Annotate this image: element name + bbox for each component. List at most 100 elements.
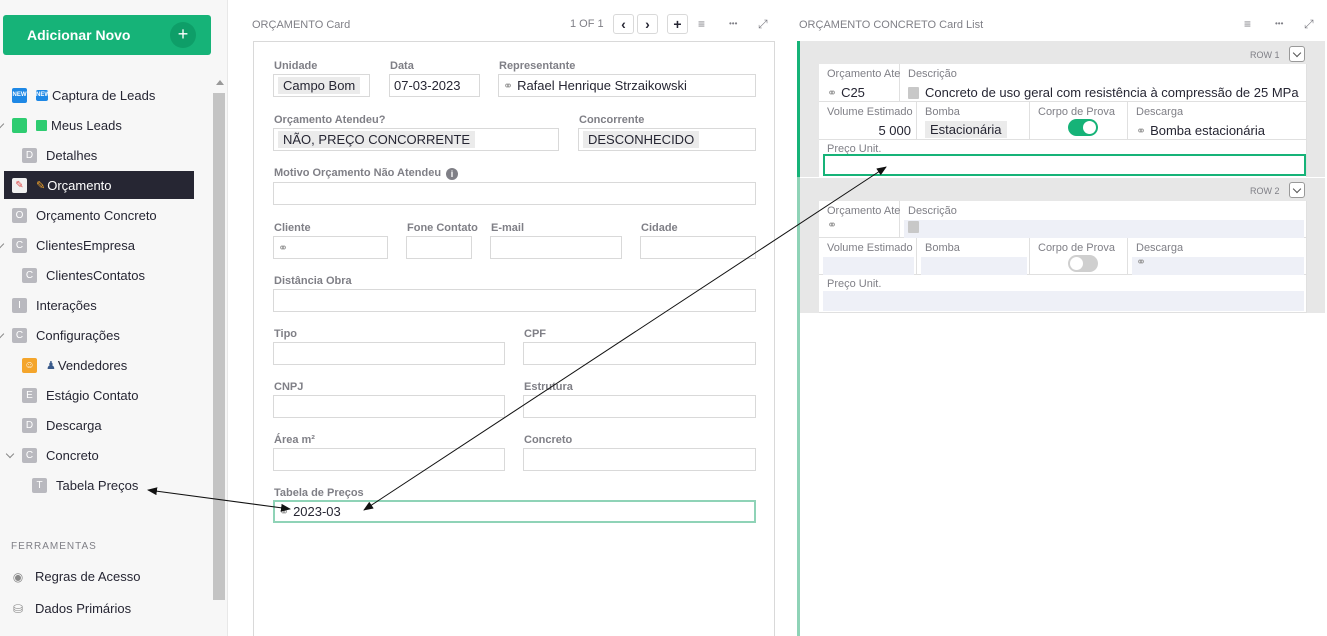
area-field[interactable]	[273, 448, 505, 471]
sidebar-item-concreto[interactable]: C Concreto	[5, 441, 99, 469]
sidebar-item-captura-de-leads[interactable]: NEW NEW Captura de Leads	[12, 81, 155, 109]
sort-filter-icon[interactable]: ≡	[698, 17, 705, 31]
scrollbar-thumb[interactable]	[213, 93, 225, 600]
preco-unit-cell[interactable]: Preço Unit.	[819, 140, 1307, 177]
sidebar-item-orcamento-concreto[interactable]: O Orçamento Concreto	[12, 201, 157, 229]
chevron-down-icon[interactable]	[0, 329, 5, 339]
add-record-button[interactable]: +	[667, 14, 688, 34]
concorrente-chip: DESCONHECIDO	[583, 131, 700, 148]
letter-c-icon: C	[12, 237, 27, 253]
next-record-button[interactable]: ›	[637, 14, 658, 34]
chevron-down-icon[interactable]	[5, 449, 15, 459]
descarga-cell[interactable]: Descarga ⚭ Bomba estacionária	[1128, 102, 1307, 140]
prev-record-button[interactable]: ‹	[613, 14, 634, 34]
info-icon[interactable]: i	[446, 168, 459, 180]
cidade-field[interactable]	[640, 236, 756, 259]
bomba-cell[interactable]: Bomba	[917, 238, 1030, 275]
chevron-down-icon[interactable]	[0, 239, 5, 249]
corpo-prova-cell[interactable]: Corpo de Prova	[1030, 238, 1128, 275]
sidebar-item-orcamento[interactable]: ✎ ✎ Orçamento	[4, 171, 194, 199]
more-options-icon[interactable]: •••	[729, 19, 737, 28]
field-label-cpf: CPF	[524, 328, 546, 340]
sidebar-scrollbar[interactable]	[213, 80, 225, 600]
more-options-icon[interactable]: •••	[1275, 19, 1283, 28]
distancia-field[interactable]	[273, 289, 756, 312]
sidebar-item-vendedores[interactable]: ☺ ♟ Vendedores	[22, 351, 127, 379]
chevron-right-icon: ›	[645, 16, 650, 32]
corpo-prova-toggle[interactable]	[1068, 255, 1098, 272]
chevron-down-icon[interactable]	[1289, 46, 1305, 62]
sort-filter-icon[interactable]: ≡	[1244, 17, 1251, 31]
card-list: ROW 1 Orçamento Ate ⚭ C25 Descrição Concr…	[797, 41, 1325, 636]
sidebar-item-interacoes[interactable]: I Interações	[12, 291, 97, 319]
orcamento-atendeu-field[interactable]: NÃO, PREÇO CONCORRENTE	[273, 128, 559, 151]
descricao-cell[interactable]: Descrição	[900, 201, 1307, 238]
sidebar-item-clientescontatos[interactable]: C ClientesContatos	[22, 261, 145, 289]
sidebar-item-estagio-contato[interactable]: E Estágio Contato	[22, 381, 139, 409]
memo-icon: ✎	[12, 177, 27, 193]
cell-value	[1068, 119, 1098, 136]
cell-label: Corpo de Prova	[1038, 106, 1116, 118]
link-icon: ⚭	[827, 218, 838, 232]
expand-icon[interactable]: ⤢	[758, 17, 768, 32]
eye-icon: ◉	[12, 569, 24, 584]
fone-field[interactable]	[406, 236, 472, 259]
add-new-button[interactable]: Adicionar Novo +	[3, 15, 211, 55]
field-label-data: Data	[390, 60, 414, 72]
cnpj-field[interactable]	[273, 395, 505, 418]
data-field[interactable]: 07-03-2023	[389, 74, 480, 97]
chevron-down-icon[interactable]	[1289, 182, 1305, 198]
concorrente-field[interactable]: DESCONHECIDO	[578, 128, 756, 151]
bomba-cell[interactable]: Bomba Estacionária	[917, 102, 1030, 140]
link-icon: ⚭	[1136, 255, 1147, 269]
cliente-field[interactable]: ⚭	[273, 236, 388, 259]
volume-cell[interactable]: Volume Estimado 5 000	[819, 102, 917, 140]
descarga-cell[interactable]: Descarga ⚭	[1128, 238, 1307, 275]
descricao-cell[interactable]: Descrição Concreto de uso geral com resi…	[900, 64, 1307, 102]
cell-value: ⚭ C25	[827, 85, 865, 100]
preco-unit-cell[interactable]: Preço Unit.	[819, 275, 1307, 313]
sidebar-item-descarga[interactable]: D Descarga	[22, 411, 102, 439]
motivo-field[interactable]	[273, 182, 756, 205]
volume-value: 5 000	[878, 123, 911, 138]
tipo-field[interactable]	[273, 342, 505, 365]
concreto-field[interactable]	[523, 448, 756, 471]
orcamento-ate-cell[interactable]: Orçamento Ate ⚭ C25	[819, 64, 900, 102]
motivo-label-text: Motivo Orçamento Não Atendeu	[274, 167, 442, 179]
estrutura-field[interactable]	[523, 395, 756, 418]
sidebar-item-tabela-precos[interactable]: T Tabela Preços	[32, 471, 138, 499]
orcamento-ate-cell[interactable]: Orçamento Ate ⚭	[819, 201, 900, 238]
tools-section-title: FERRAMENTAS	[11, 541, 97, 552]
tool-regras-de-acesso[interactable]: ◉ Regras de Acesso	[11, 569, 141, 584]
sidebar-item-label: Estágio Contato	[46, 387, 139, 403]
field-label-concorrente: Concorrente	[579, 114, 645, 126]
sidebar-item-clientesempresa[interactable]: C ClientesEmpresa	[0, 231, 135, 259]
representante-field[interactable]: ⚭ Rafael Henrique Strzaikowski	[498, 74, 756, 97]
field-label-representante: Representante	[499, 60, 576, 72]
chevron-down-icon[interactable]	[0, 119, 5, 129]
cell-value	[908, 221, 925, 233]
corpo-prova-toggle[interactable]	[1068, 119, 1098, 136]
unidade-field[interactable]: Campo Bom	[273, 74, 370, 97]
preco-unit-input[interactable]	[823, 154, 1306, 176]
email-field[interactable]	[490, 236, 622, 259]
sidebar-item-configuracoes[interactable]: C Configurações	[0, 321, 120, 349]
field-label-cidade: Cidade	[641, 222, 678, 234]
plus-icon: +	[170, 22, 196, 48]
add-new-label: Adicionar Novo	[27, 27, 131, 43]
link-icon: ⚭	[1136, 123, 1147, 138]
sidebar-item-meus-leads[interactable]: Meus Leads	[0, 111, 122, 139]
sidebar-item-detalhes[interactable]: D Detalhes	[22, 141, 97, 169]
cell-label: Bomba	[925, 106, 960, 118]
tool-dados-primarios[interactable]: ⛁ Dados Primários	[11, 601, 131, 616]
expand-icon[interactable]: ⤢	[1304, 17, 1314, 32]
chevron-left-icon: ‹	[621, 16, 626, 32]
tabela-precos-field[interactable]: ⚭ 2023-03	[273, 500, 756, 523]
cpf-field[interactable]	[523, 342, 756, 365]
cell-label: Volume Estimado	[827, 242, 913, 254]
volume-cell[interactable]: Volume Estimado	[819, 238, 917, 275]
sidebar-item-label: Concreto	[46, 447, 99, 463]
scroll-up-icon[interactable]	[216, 80, 224, 85]
corpo-prova-cell[interactable]: Corpo de Prova	[1030, 102, 1128, 140]
tabela-precos-value: 2023-03	[293, 504, 341, 519]
